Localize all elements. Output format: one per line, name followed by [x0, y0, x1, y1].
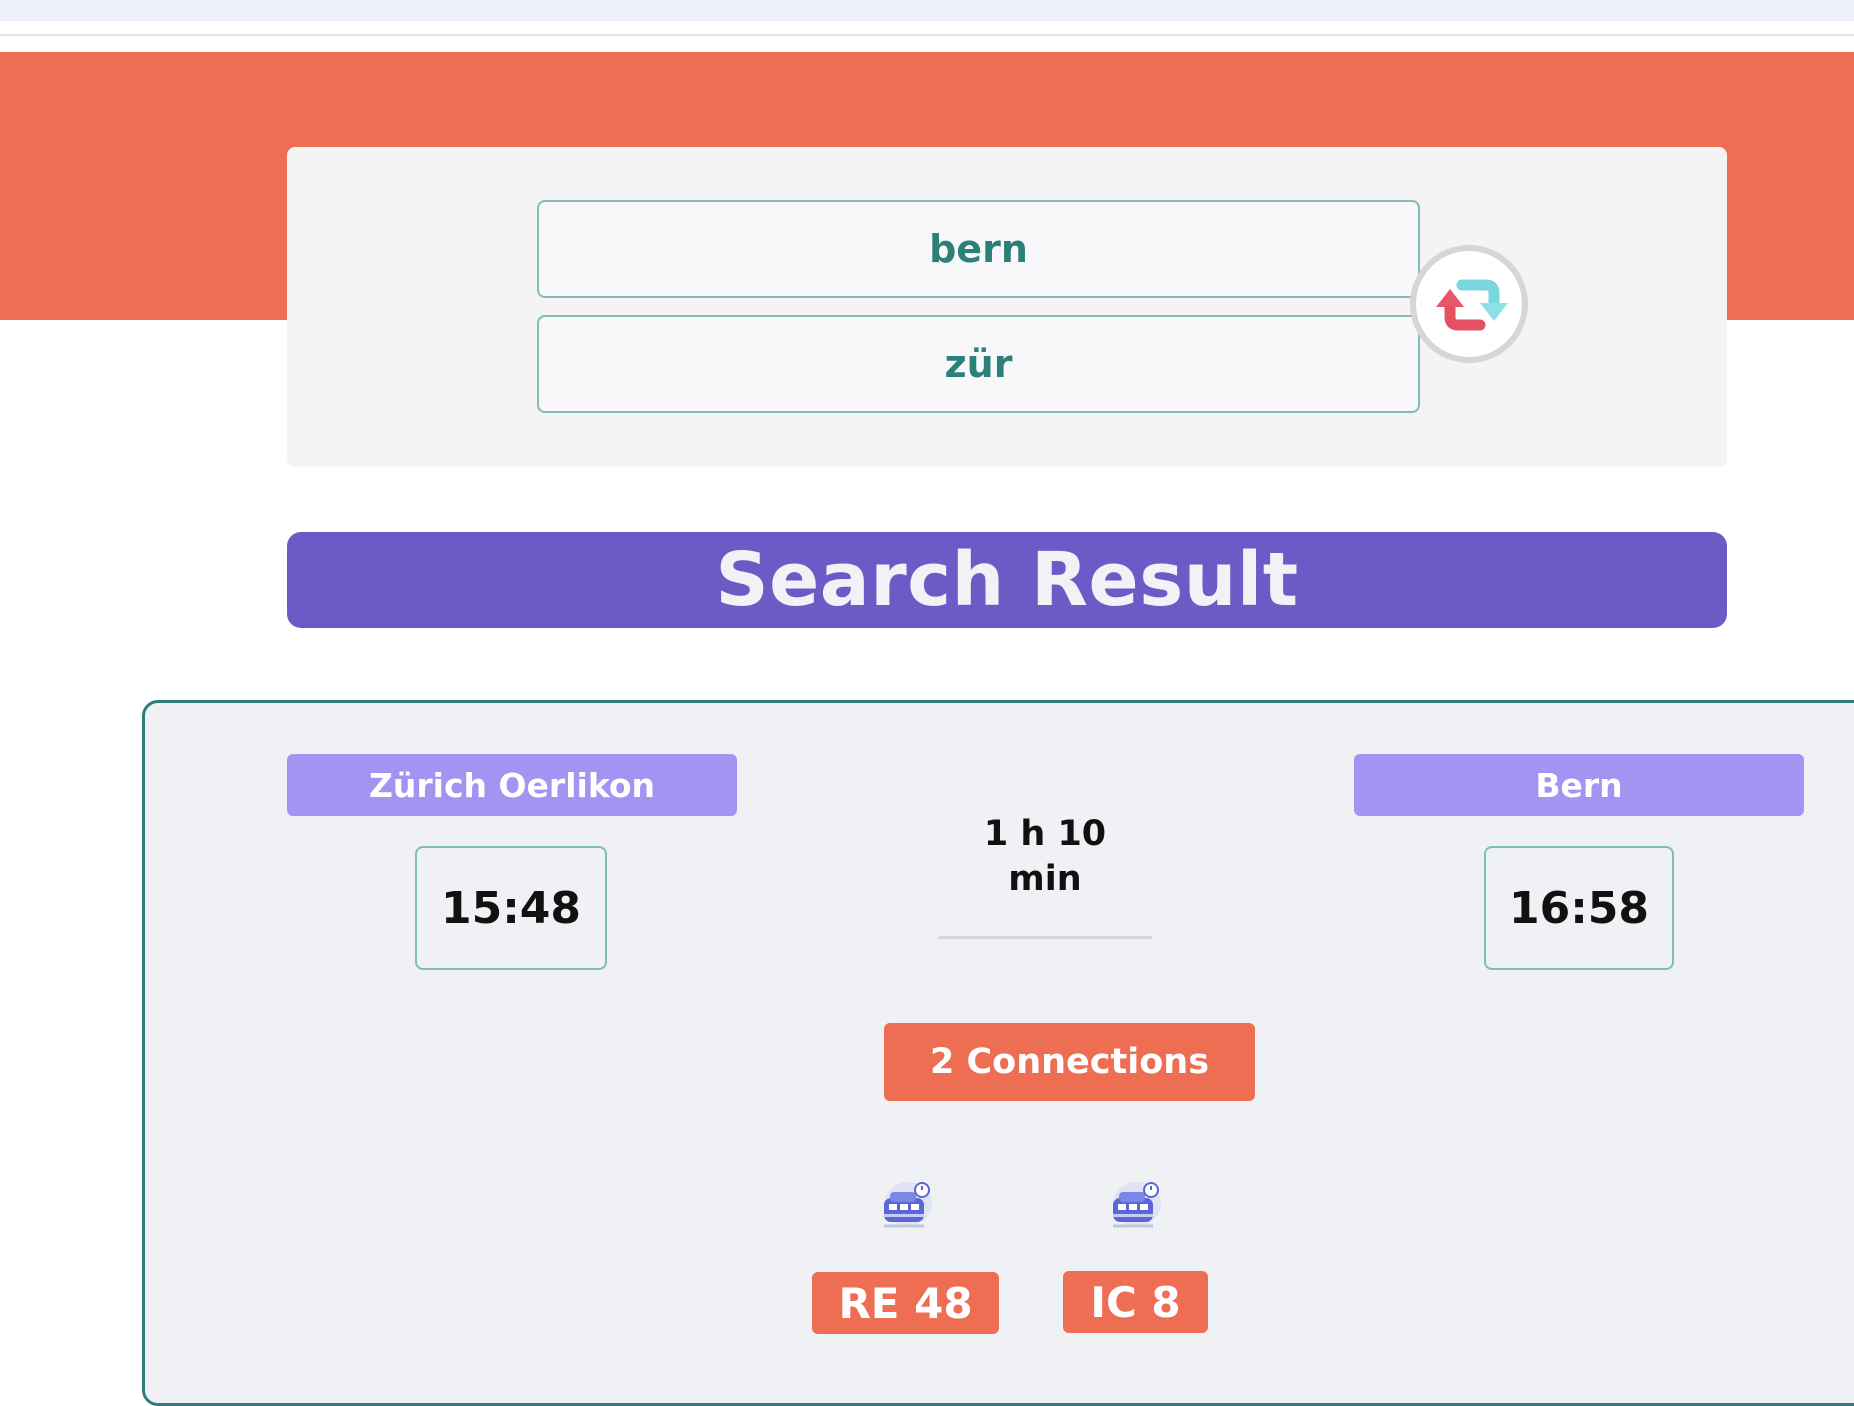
departure-time: 15:48	[415, 846, 607, 970]
line-badge-ic8[interactable]: IC 8	[1063, 1271, 1208, 1333]
from-station-input[interactable]	[537, 200, 1420, 298]
browser-top-strip	[0, 0, 1854, 21]
swap-arrows-icon	[1436, 279, 1508, 331]
to-station-input[interactable]	[537, 315, 1420, 413]
top-divider	[0, 34, 1854, 36]
departure-station-badge: Zürich Oerlikon	[287, 754, 737, 816]
duration-divider	[938, 936, 1152, 939]
swap-stations-button[interactable]	[1410, 245, 1528, 363]
arrival-station-badge: Bern	[1354, 754, 1804, 816]
trip-duration: 1 h 10 min	[945, 812, 1145, 902]
duration-value: 1 h 10	[983, 814, 1107, 854]
connections-button[interactable]: 2 Connections	[884, 1023, 1255, 1101]
line-badge-re48[interactable]: RE 48	[812, 1272, 999, 1334]
train-icon	[1113, 1182, 1161, 1228]
search-result-banner: Search Result	[287, 532, 1727, 628]
duration-unit: min	[1008, 859, 1082, 899]
train-icon	[884, 1182, 932, 1228]
arrival-time: 16:58	[1484, 846, 1674, 970]
search-result-title: Search Result	[715, 537, 1299, 623]
